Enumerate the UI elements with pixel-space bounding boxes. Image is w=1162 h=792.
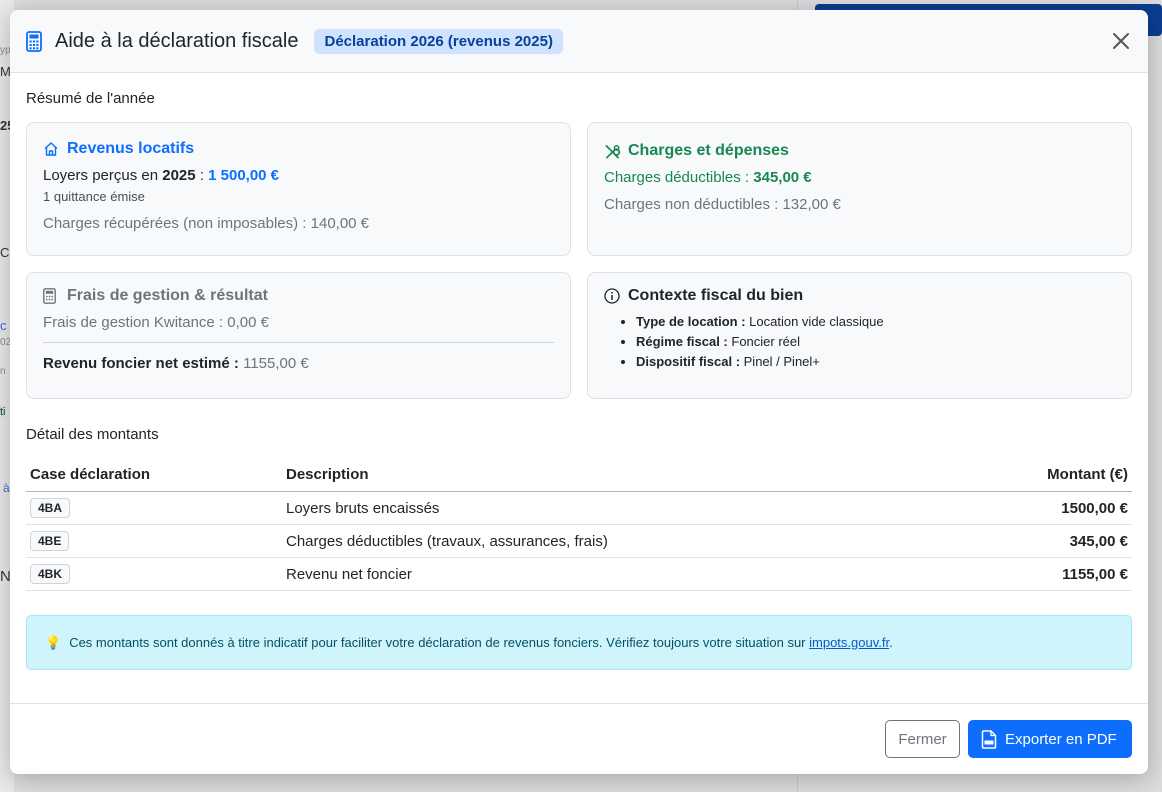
- description-cell: Revenu net foncier: [282, 557, 952, 591]
- rent-received-value: 1 500,00 €: [208, 167, 280, 184]
- header-case: Case déclaration: [26, 466, 282, 492]
- calculator-icon: [26, 30, 44, 52]
- info-icon: [604, 287, 621, 305]
- context-value: Pinel / Pinel+: [743, 354, 820, 369]
- declaration-year-badge: Déclaration 2026 (revenus 2025): [314, 28, 563, 54]
- rental-income-title-text: Revenus locatifs: [67, 140, 195, 157]
- background-text: C: [0, 245, 10, 260]
- description-cell: Charges déductibles (travaux, assurances…: [282, 524, 952, 558]
- management-fees: Frais de gestion Kwitance : 0,00 €: [43, 314, 269, 331]
- charges-card: Charges et dépenses Charges déductibles …: [587, 122, 1132, 256]
- non-deductible-charges: Charges non déductibles : 132,00 €: [604, 196, 841, 213]
- house-icon: [43, 141, 60, 158]
- fiscal-context-title-text: Contexte fiscal du bien: [628, 287, 804, 304]
- table-row: 4BA Loyers bruts encaissés 1500,00 €: [26, 491, 1132, 525]
- case-badge: 4BK: [30, 564, 71, 584]
- charges-title: Charges et dépenses: [604, 142, 1115, 160]
- summary-section-title: Résumé de l'année: [26, 90, 155, 107]
- context-item-location-type: Type de location : Location vide classiq…: [636, 314, 1115, 329]
- table-row: 4BK Revenu net foncier 1155,00 €: [26, 557, 1132, 591]
- net-income-value: 1155,00 €: [243, 355, 309, 372]
- fiscal-context-card: Contexte fiscal du bien Type de location…: [587, 272, 1132, 399]
- export-pdf-button[interactable]: Exporter en PDF: [968, 720, 1132, 758]
- close-button[interactable]: Fermer: [885, 720, 960, 758]
- deductible-charges-line: Charges déductibles : 345,00 €: [604, 169, 1115, 186]
- context-label: Type de location :: [636, 314, 750, 329]
- background-text: à: [3, 481, 10, 495]
- rental-income-card: Revenus locatifs Loyers perçus en 2025 :…: [26, 122, 571, 256]
- context-item-tax-regime: Régime fiscal : Foncier réel: [636, 334, 1115, 349]
- charges-title-text: Charges et dépenses: [628, 142, 789, 159]
- close-icon[interactable]: [1110, 30, 1132, 52]
- case-badge: 4BA: [30, 498, 71, 518]
- context-item-tax-scheme: Dispositif fiscal : Pinel / Pinel+: [636, 354, 1115, 369]
- fees-result-title-text: Frais de gestion & résultat: [67, 287, 268, 304]
- rent-year: 2025: [162, 167, 196, 184]
- rent-received-label: Loyers perçus en: [43, 167, 163, 184]
- deductible-charges-label: Charges déductibles :: [604, 169, 754, 186]
- fiscal-context-title: Contexte fiscal du bien: [604, 287, 1115, 305]
- rent-separator: :: [195, 167, 209, 184]
- background-text: c: [0, 318, 7, 333]
- alert-text: Ces montants sont donnés à titre indicat…: [69, 635, 893, 650]
- amount-cell: 1155,00 €: [951, 557, 1132, 591]
- case-cell: 4BK: [26, 557, 282, 591]
- impots-link[interactable]: impots.gouv.fr: [809, 635, 889, 650]
- case-badge: 4BE: [30, 531, 70, 551]
- header-description: Description: [282, 466, 952, 492]
- modal-title: Aide à la déclaration fiscale: [55, 29, 299, 52]
- detail-section-title: Détail des montants: [26, 426, 159, 443]
- background-text: yp: [0, 45, 11, 56]
- background-text: n: [0, 366, 6, 377]
- pdf-file-icon: [981, 729, 997, 749]
- modal-body: Résumé de l'année Revenus locatifs Loyer…: [10, 73, 1148, 670]
- modal-header: Aide à la déclaration fiscale Déclaratio…: [10, 10, 1148, 73]
- lightbulb-icon: 💡: [45, 634, 62, 650]
- export-pdf-label: Exporter en PDF: [1005, 730, 1117, 748]
- summary-cards: Revenus locatifs Loyers perçus en 2025 :…: [26, 122, 1132, 399]
- rent-received-line: Loyers perçus en 2025 : 1 500,00 €: [43, 167, 554, 184]
- amount-cell: 345,00 €: [951, 524, 1132, 558]
- background-text: ti: [0, 406, 6, 418]
- fees-result-title: Frais de gestion & résultat: [43, 287, 554, 305]
- description-cell: Loyers bruts encaissés: [282, 491, 952, 525]
- alert-message: Ces montants sont donnés à titre indicat…: [69, 635, 810, 650]
- tools-icon: [604, 143, 621, 160]
- calculator-icon: [43, 287, 60, 305]
- table-row: 4BE Charges déductibles (travaux, assura…: [26, 524, 1132, 558]
- case-cell: 4BE: [26, 524, 282, 558]
- rental-income-title: Revenus locatifs: [43, 140, 554, 158]
- modal-footer: Fermer Exporter en PDF: [10, 703, 1148, 774]
- amount-cell: 1500,00 €: [951, 491, 1132, 525]
- deductible-charges-value: 345,00 €: [753, 169, 812, 186]
- fiscal-context-list: Type de location : Location vide classiq…: [604, 314, 1115, 369]
- net-income-line: Revenu foncier net estimé : 1155,00 €: [43, 355, 554, 372]
- alert-end: .: [889, 635, 893, 650]
- net-income-label: Revenu foncier net estimé :: [43, 355, 244, 372]
- recovered-charges: Charges récupérées (non imposables) : 14…: [43, 215, 370, 232]
- tax-declaration-modal: Aide à la déclaration fiscale Déclaratio…: [10, 10, 1148, 774]
- amounts-table: Case déclaration Description Montant (€)…: [26, 466, 1132, 591]
- info-alert: 💡 Ces montants sont donnés à titre indic…: [26, 615, 1132, 670]
- fees-result-card: Frais de gestion & résultat Frais de ges…: [26, 272, 571, 399]
- table-header-row: Case déclaration Description Montant (€): [26, 466, 1132, 492]
- context-label: Régime fiscal :: [636, 334, 732, 349]
- context-value: Location vide classique: [749, 314, 884, 329]
- case-cell: 4BA: [26, 491, 282, 525]
- card-divider: [43, 342, 554, 343]
- context-label: Dispositif fiscal :: [636, 354, 744, 369]
- header-amount: Montant (€): [951, 466, 1132, 492]
- context-value: Foncier réel: [731, 334, 801, 349]
- receipts-count: 1 quittance émise: [43, 189, 145, 204]
